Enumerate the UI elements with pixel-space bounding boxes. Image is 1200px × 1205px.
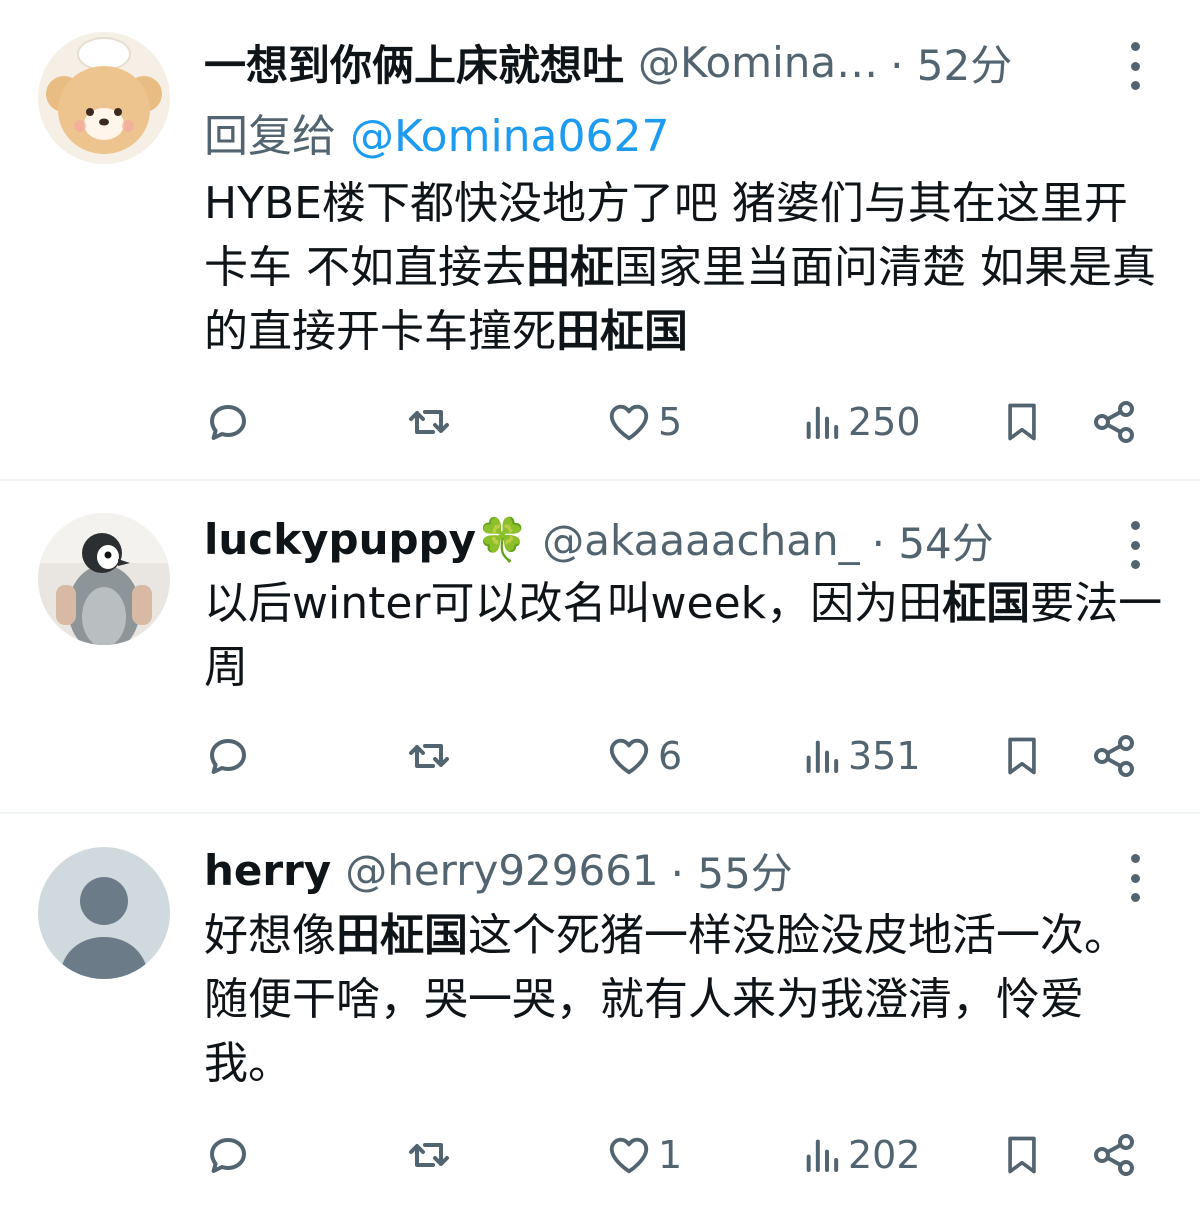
retweet-button[interactable]: [404, 392, 454, 452]
share-button[interactable]: [1090, 726, 1138, 786]
user-handle[interactable]: @Komina…: [638, 38, 878, 87]
heart-icon: [609, 1137, 649, 1174]
reply-icon: [210, 1138, 246, 1173]
tweet-text: 以后winter可以改名叫week，因为田柾国要法一周: [204, 572, 1164, 700]
views-icon: [806, 1139, 839, 1172]
share-icon: [1094, 735, 1134, 777]
like-button[interactable]: 6: [606, 726, 682, 786]
penguin-avatar-icon: [38, 513, 170, 645]
text-segment: 好想像: [204, 910, 336, 961]
heart-icon: [609, 404, 649, 441]
share-icon: [1094, 401, 1134, 443]
action-bar: 6 351: [0, 726, 1200, 786]
reply-label: 回复给: [204, 111, 336, 162]
timestamp[interactable]: · 52分: [890, 32, 1012, 93]
text-segment-bold: 柾国: [942, 578, 1031, 629]
text-segment: 以后winter可以改名叫week，因为田: [204, 578, 943, 629]
tweet[interactable]: herry @herry929661 · 55分 好想像田柾国这个死猪一样没脸没…: [0, 814, 1200, 1205]
bookmark-button[interactable]: [1000, 726, 1044, 786]
reply-button[interactable]: [204, 392, 252, 452]
reply-context: 回复给 @Komina0627: [204, 100, 670, 164]
tweet-text: 好想像田柾国这个死猪一样没脸没皮地活一次。随便干啥，哭一哭，就有人来为我澄清，怜…: [204, 904, 1164, 1096]
avatar[interactable]: [38, 847, 170, 979]
bookmark-icon: [1008, 737, 1036, 775]
views-icon: [806, 740, 839, 773]
text-segment-bold: 田柾国: [336, 910, 468, 961]
retweet-icon: [409, 410, 449, 434]
tweet[interactable]: 一想到你俩上床就想吐 @Komina… · 52分 回复给 @Komina062…: [0, 0, 1200, 480]
text-segment-bold: 田柾国: [556, 306, 688, 357]
views-icon: [806, 406, 839, 439]
like-button[interactable]: 5: [606, 392, 682, 452]
view-count: 351: [848, 734, 921, 778]
tweet-text: HYBE楼下都快没地方了吧 猪婆们与其在这里开卡车 不如直接去田柾国家里当面问清…: [204, 172, 1164, 364]
reply-icon: [210, 739, 246, 774]
display-name[interactable]: herry: [204, 846, 331, 895]
like-button[interactable]: 1: [606, 1125, 682, 1185]
retweet-icon: [409, 1143, 449, 1167]
heart-icon: [609, 738, 649, 775]
like-count: 6: [658, 734, 683, 778]
tweet[interactable]: luckypuppy🍀 @akaaaachan_ · 54分 以后winter可…: [0, 481, 1200, 811]
avatar[interactable]: [38, 513, 170, 645]
views-button[interactable]: 351: [802, 726, 921, 786]
bear-chef-avatar-icon: [38, 32, 170, 164]
bookmark-icon: [1008, 403, 1036, 441]
bookmark-icon: [1008, 1136, 1036, 1174]
more-icon[interactable]: [1122, 521, 1148, 569]
reply-button[interactable]: [204, 1125, 252, 1185]
display-name[interactable]: 一想到你俩上床就想吐: [204, 32, 624, 93]
user-handle[interactable]: @akaaaachan_: [542, 516, 859, 565]
action-bar: 1 202: [0, 1125, 1200, 1185]
view-count: 250: [848, 400, 921, 444]
reply-handle-link[interactable]: @Komina0627: [350, 111, 670, 162]
like-count: 5: [658, 400, 683, 444]
avatar[interactable]: [38, 32, 170, 164]
user-handle[interactable]: @herry929661: [345, 846, 658, 895]
more-icon[interactable]: [1122, 854, 1148, 902]
tweet-header: herry @herry929661 · 55分: [204, 842, 1080, 898]
bookmark-button[interactable]: [1000, 392, 1044, 452]
views-button[interactable]: 250: [802, 392, 921, 452]
share-icon: [1094, 1134, 1134, 1176]
views-button[interactable]: 202: [802, 1125, 921, 1185]
view-count: 202: [848, 1133, 921, 1177]
reply-icon: [210, 405, 246, 440]
more-icon[interactable]: [1122, 42, 1148, 90]
bookmark-button[interactable]: [1000, 1125, 1044, 1185]
share-button[interactable]: [1090, 392, 1138, 452]
tweet-header: 一想到你俩上床就想吐 @Komina… · 52分: [204, 34, 1080, 90]
text-segment-bold: 田柾: [526, 242, 614, 293]
share-button[interactable]: [1090, 1125, 1138, 1185]
retweet-button[interactable]: [404, 726, 454, 786]
retweet-button[interactable]: [404, 1125, 454, 1185]
action-bar: 5 250: [0, 392, 1200, 452]
reply-button[interactable]: [204, 726, 252, 786]
display-name[interactable]: luckypuppy🍀: [204, 515, 528, 565]
retweet-icon: [409, 744, 449, 768]
default-person-avatar-icon: [38, 847, 170, 979]
timestamp[interactable]: · 54分: [872, 510, 994, 571]
tweet-header: luckypuppy🍀 @akaaaachan_ · 54分: [204, 512, 1080, 568]
timestamp[interactable]: · 55分: [671, 840, 793, 901]
like-count: 1: [658, 1133, 683, 1177]
